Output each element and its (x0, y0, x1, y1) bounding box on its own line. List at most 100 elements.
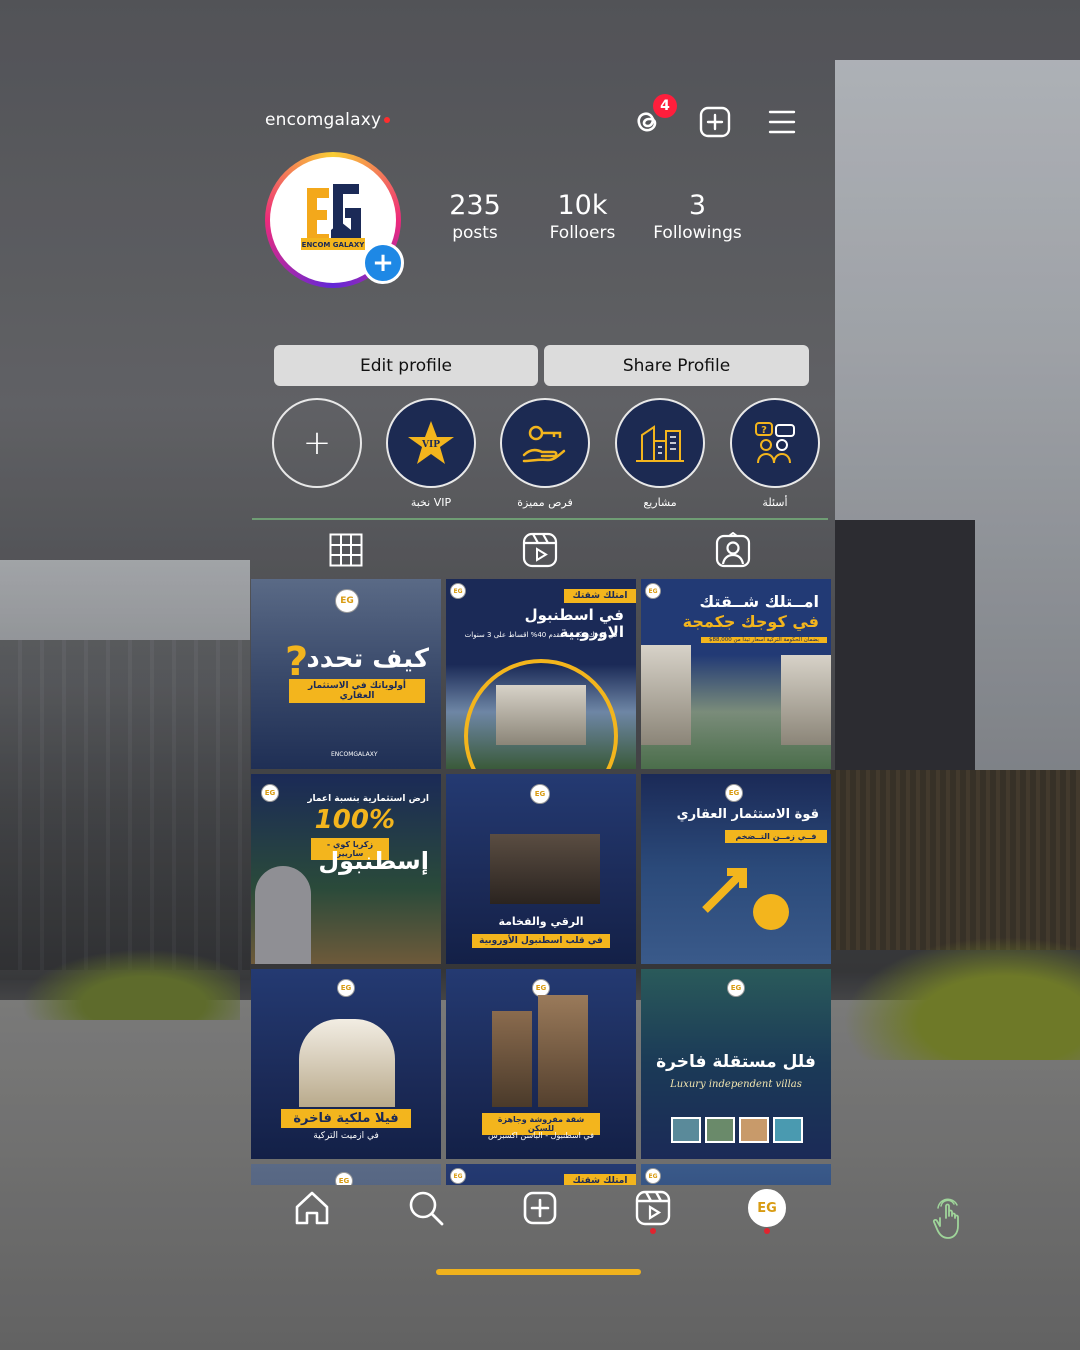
stat-following[interactable]: 3 Followings (650, 190, 745, 244)
growth-arrow-icon (702, 868, 747, 913)
post-9[interactable]: EG فلل مستقلة فاخرة Luxury independent v… (641, 969, 831, 1159)
post-3[interactable]: EG امــتلك شــقتك في كوجك جكمجة بضمان ال… (641, 579, 831, 769)
post-5[interactable]: EG الرقي والفخامة في قلب اسطنبول الأوروب… (446, 774, 636, 964)
plus-icon: + (272, 398, 362, 488)
add-icon[interactable] (520, 1188, 560, 1228)
question-mark-icon: ? (285, 639, 309, 685)
building-image (496, 685, 586, 745)
brand-logo: EG (450, 1168, 466, 1184)
posts-count: 235 (449, 190, 501, 221)
stat-posts[interactable]: 235 posts (440, 190, 510, 244)
brand-logo: EG (645, 1168, 661, 1184)
thumbnail (705, 1117, 735, 1143)
username-text: encomgalaxy (265, 110, 382, 130)
villa-image (299, 1019, 395, 1107)
home-indicator[interactable] (436, 1269, 641, 1275)
post-top-band: امتلك شقتك (564, 1174, 636, 1185)
brand-logo: EG (450, 583, 466, 599)
highlight-projects[interactable]: مشاريع (615, 398, 705, 510)
post-title-2: في كوجك جكمجة (682, 612, 819, 631)
highlight-questions[interactable]: ? أسئلة (730, 398, 820, 510)
highlight-label (272, 496, 362, 510)
followers-count: 10k (557, 190, 608, 221)
people-question-icon: ? (730, 398, 820, 488)
home-icon[interactable] (292, 1188, 332, 1228)
thumbnail (773, 1117, 803, 1143)
post-title: قوة الاستثمار العقاري (676, 807, 819, 822)
key-hand-icon (500, 398, 590, 488)
thumbnail (739, 1117, 769, 1143)
brand-logo: EG (725, 784, 743, 802)
profile-username[interactable]: encomgalaxy (265, 110, 391, 130)
vip-star-icon: VIP (386, 398, 476, 488)
brand-logo: EG (727, 979, 745, 997)
coin-icon (753, 894, 789, 930)
tower-image (538, 995, 588, 1107)
svg-text:ENCOM GALAXY: ENCOM GALAXY (302, 241, 366, 249)
reels-icon[interactable] (633, 1188, 673, 1228)
post-sub: Luxury independent villas (670, 1079, 802, 1090)
post-2[interactable]: EG امتلك شقتك في اسطنبول الاوروبية في كو… (446, 579, 636, 769)
create-post-icon[interactable] (698, 105, 732, 139)
post-title: امــتلك شــقتك (699, 592, 819, 611)
building-plan-icon (615, 398, 705, 488)
post-small-text: بضمان الحكومة التركية أسعار تبدأ من 88,0… (701, 637, 827, 643)
post-band: في قلب اسطنبول الأوروبية (472, 934, 610, 948)
post-11[interactable]: EG امتلك شقتك (446, 1164, 636, 1185)
stat-followers[interactable]: 10k Folloers (545, 190, 620, 244)
brand-logo: EG (335, 1172, 353, 1185)
tagged-icon[interactable] (715, 532, 751, 568)
following-label: Followings (653, 223, 742, 243)
highlight-label: فرص مميزة (517, 496, 573, 509)
post-10[interactable]: EG (251, 1164, 441, 1185)
highlight-label: أسئلة (762, 496, 788, 509)
building-image (490, 834, 600, 904)
post-top-band: امتلك شقتك (564, 589, 636, 603)
menu-icon[interactable] (765, 105, 799, 139)
building-image (781, 655, 831, 745)
svg-text:VIP: VIP (421, 440, 440, 450)
edit-profile-button[interactable]: Edit profile (274, 345, 538, 386)
profile-avatar[interactable]: EG (747, 1188, 787, 1228)
post-brand: ENCOMGALAXY (331, 751, 378, 758)
posts-grid: EG كيف تحدد أولوياتك في الاستثمار العقار… (251, 579, 831, 1185)
post-title: الرقي والفخامة (498, 915, 584, 928)
building-image (641, 645, 691, 745)
svg-text:?: ? (761, 425, 767, 436)
profile-notification-dot (764, 1228, 770, 1234)
grid-icon[interactable] (328, 532, 364, 568)
post-sub: في اسطنبول - الباسن اكسبرس (488, 1131, 594, 1140)
highlight-opportunities[interactable]: فرص مميزة (500, 398, 590, 510)
brand-logo: EG (530, 784, 550, 804)
following-count: 3 (688, 190, 707, 221)
post-7[interactable]: EG فيلا ملكية فاخرة في ازميت التركية (251, 969, 441, 1159)
share-profile-button[interactable]: Share Profile (544, 345, 809, 386)
live-dot (384, 117, 391, 123)
notification-badge: 4 (653, 94, 677, 118)
post-4[interactable]: EG ارض استثمارية بنسبة اعمار 100% زكريا … (251, 774, 441, 964)
post-12[interactable]: EG (641, 1164, 831, 1185)
reels-notification-dot (650, 1228, 656, 1234)
post-title: فلل مستقلة فاخرة (656, 1052, 816, 1072)
highlight-vip[interactable]: VIP نخبة VIP (386, 398, 476, 510)
followers-label: Folloers (549, 223, 616, 243)
post-band: أولوياتك في الاستثمار العقاري (289, 679, 425, 703)
highlight-new[interactable]: + (272, 398, 362, 510)
tabs-divider (252, 518, 828, 520)
tower-image (492, 1011, 532, 1107)
reels-icon[interactable] (522, 532, 558, 568)
brand-logo: EG (337, 979, 355, 997)
post-1[interactable]: EG كيف تحدد أولوياتك في الاستثمار العقار… (251, 579, 441, 769)
post-small-text: في كوجك جكمجة مقدم 40% اقساط على 3 سنوات (464, 631, 618, 639)
search-icon[interactable] (406, 1188, 446, 1228)
post-title: ارض استثمارية بنسبة اعمار (307, 794, 429, 804)
post-6[interactable]: EG قوة الاستثمار العقاري فــي زمــن التـ… (641, 774, 831, 964)
post-band: فيلا ملكية فاخرة (281, 1109, 411, 1128)
post-8[interactable]: EG شقة مفروشة وجاهزة للسكن في اسطنبول - … (446, 969, 636, 1159)
person-image (255, 866, 311, 964)
post-big-number: 100% (314, 805, 395, 835)
profile-logo: EG (748, 1189, 786, 1227)
add-story-button[interactable]: + (362, 242, 404, 284)
tap-hand-icon (932, 1198, 959, 1239)
highlight-label: مشاريع (643, 496, 677, 509)
